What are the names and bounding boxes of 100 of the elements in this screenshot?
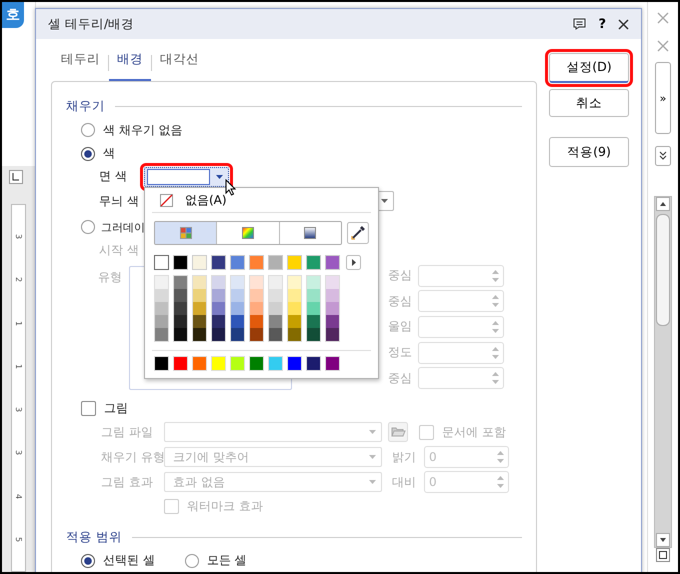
spin-arrows-icon xyxy=(492,320,499,334)
scrollbar[interactable] xyxy=(654,196,672,548)
more-colors-icon[interactable] xyxy=(346,255,361,270)
color-swatch[interactable] xyxy=(193,302,206,315)
color-swatch[interactable] xyxy=(269,315,282,328)
color-swatch[interactable] xyxy=(269,276,282,289)
page-view-icon[interactable] xyxy=(656,548,670,562)
tab[interactable]: 테두리 xyxy=(53,39,108,81)
color-swatch[interactable] xyxy=(307,289,320,302)
spin-box[interactable] xyxy=(418,342,504,364)
color-swatch[interactable] xyxy=(174,302,187,315)
color-swatch[interactable] xyxy=(193,315,206,328)
spectrum-icon xyxy=(242,227,254,239)
no-color-option[interactable]: 없음(A) xyxy=(185,192,227,208)
color-swatch[interactable] xyxy=(193,328,206,341)
caret-icon xyxy=(381,199,388,203)
color-swatch[interactable] xyxy=(174,328,187,341)
scroll-up-icon[interactable] xyxy=(656,197,670,211)
color-swatch[interactable] xyxy=(193,289,206,302)
folder-icon[interactable] xyxy=(388,422,408,442)
close-icon[interactable] xyxy=(618,18,629,30)
spin-box[interactable] xyxy=(418,367,504,390)
radio-button[interactable] xyxy=(184,554,199,568)
color-swatch[interactable] xyxy=(307,276,320,289)
field-label: 그림 효과 xyxy=(101,474,154,490)
color-swatch[interactable] xyxy=(269,289,282,302)
ruler-number: 5 xyxy=(14,536,23,542)
color-swatch[interactable] xyxy=(288,315,301,328)
no-color-icon[interactable] xyxy=(160,194,173,206)
color-swatch[interactable] xyxy=(307,328,320,341)
color-swatch[interactable] xyxy=(212,302,225,315)
color-swatch[interactable] xyxy=(155,289,168,302)
color-swatch[interactable] xyxy=(250,328,263,341)
color-swatch[interactable] xyxy=(212,328,225,341)
color-swatch[interactable] xyxy=(326,328,339,341)
color-swatch[interactable] xyxy=(326,315,339,328)
color-mode-switch[interactable] xyxy=(154,221,342,245)
color-swatch[interactable] xyxy=(193,276,206,289)
color-swatch[interactable] xyxy=(154,255,169,270)
color-swatch[interactable] xyxy=(250,289,263,302)
radio-button[interactable] xyxy=(81,554,95,568)
color-swatch[interactable] xyxy=(231,328,244,341)
color-swatch[interactable] xyxy=(307,302,320,315)
chevron-down-icon[interactable] xyxy=(655,146,671,166)
color-swatch[interactable] xyxy=(288,302,301,315)
color-swatch[interactable] xyxy=(231,289,244,302)
color-swatch[interactable] xyxy=(250,276,263,289)
checkbox[interactable] xyxy=(81,400,96,416)
checkbox-label: 워터마크 효과 xyxy=(187,498,263,514)
radio-button[interactable] xyxy=(81,220,95,234)
color-swatch[interactable] xyxy=(326,302,339,315)
field-label: 중심 xyxy=(387,267,412,284)
color-swatch[interactable] xyxy=(212,276,225,289)
color-swatch[interactable] xyxy=(174,289,187,302)
spin-box[interactable] xyxy=(418,264,504,287)
color-swatch[interactable] xyxy=(231,302,244,315)
spin-arrows-icon xyxy=(492,346,499,360)
color-swatch[interactable] xyxy=(288,289,301,302)
radio-button[interactable] xyxy=(81,123,95,137)
app-logo[interactable]: 호 xyxy=(2,2,24,28)
color-swatch[interactable] xyxy=(250,315,263,328)
dialog-button[interactable]: 취소 xyxy=(549,89,629,117)
color-swatch[interactable] xyxy=(269,328,282,341)
color-swatch[interactable] xyxy=(326,289,339,302)
color-swatch[interactable] xyxy=(212,289,225,302)
color-swatch[interactable] xyxy=(174,315,187,328)
color-swatch[interactable] xyxy=(155,315,168,328)
color-swatch[interactable] xyxy=(269,302,282,315)
palette-mode-button[interactable] xyxy=(155,222,216,244)
tab-stop-icon[interactable] xyxy=(8,170,22,184)
color-swatch[interactable] xyxy=(326,276,339,289)
scroll-thumb[interactable] xyxy=(656,214,670,326)
color-swatch[interactable] xyxy=(155,302,168,315)
tab[interactable]: 대각선 xyxy=(152,39,207,81)
color-swatch[interactable] xyxy=(231,315,244,328)
scroll-down-icon[interactable] xyxy=(656,533,670,547)
color-swatch[interactable] xyxy=(288,276,301,289)
color-swatch[interactable] xyxy=(250,302,263,315)
spin-box[interactable] xyxy=(418,316,504,338)
color-swatch[interactable] xyxy=(174,276,187,289)
checkbox-label: 문서에 포함 xyxy=(442,424,506,440)
field-label: 그림 파일 xyxy=(101,424,154,440)
eyedropper-icon[interactable] xyxy=(347,222,369,244)
color-swatch[interactable] xyxy=(155,276,168,289)
color-swatch[interactable] xyxy=(231,276,244,289)
radio-button[interactable] xyxy=(81,146,95,160)
help-button[interactable]: ? xyxy=(598,16,606,32)
expand-button[interactable]: » xyxy=(655,62,671,134)
color-swatch[interactable] xyxy=(212,315,225,328)
checkbox[interactable] xyxy=(164,498,179,514)
color-swatch[interactable] xyxy=(155,328,168,341)
comment-icon[interactable] xyxy=(573,18,586,30)
color-swatch[interactable] xyxy=(288,328,301,341)
ruler-number: 3 xyxy=(14,407,23,412)
spin-box[interactable] xyxy=(418,290,504,312)
checkbox[interactable] xyxy=(419,424,434,440)
gradient-mode-button[interactable] xyxy=(278,222,342,244)
file-dropdown[interactable] xyxy=(164,422,382,442)
color-swatch[interactable] xyxy=(307,315,320,328)
dialog-button[interactable]: 적용(9) xyxy=(549,137,629,167)
